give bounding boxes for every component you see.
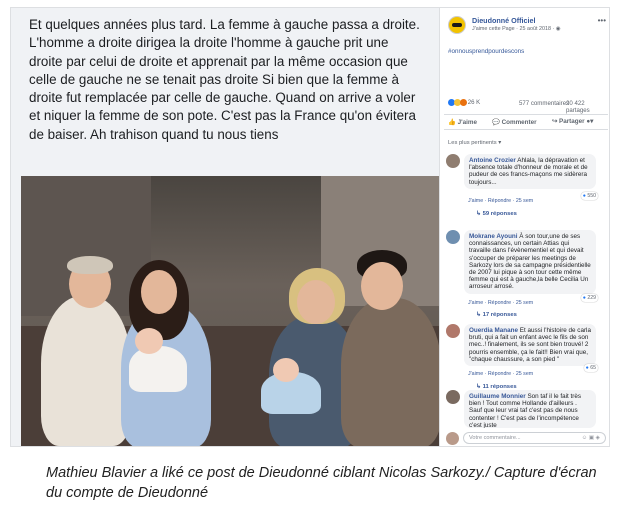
comment-bubble: Guillaume Monnier Son taf il le fait trè… — [464, 390, 596, 428]
comment-text: À son tour,une de ses connaissances, un … — [469, 233, 591, 291]
comment-button[interactable]: 💬 Commenter — [492, 118, 537, 126]
comment-author[interactable]: Antoine Crozier — [469, 157, 516, 164]
emoji-icons[interactable]: ☺ ▣ ◈ — [582, 435, 600, 441]
like-label: J'aime — [457, 119, 477, 126]
avatar-small-icon: ●▾ — [586, 118, 594, 125]
comment-bubble: Antoine Crozier Ahlala, la dépravation e… — [464, 154, 596, 189]
thumbs-up-icon: 👍 — [448, 119, 456, 126]
comment-actions[interactable]: J'aime · Répondre · 25 sem — [468, 300, 533, 306]
avatar[interactable] — [446, 154, 460, 168]
comment-item: Ouerdia Manane Et aussi l'histoire de ca… — [446, 324, 606, 394]
action-bar: 👍 J'aime 💬 Commenter ↪ Partager ●▾ — [444, 114, 608, 130]
comment-author[interactable]: Ouerdia Manane — [469, 327, 518, 334]
comment-reaction-badge[interactable]: ● 550 — [580, 192, 598, 200]
photo-head-3 — [297, 280, 335, 324]
like-reaction-icon: ● — [582, 193, 586, 199]
comment-reaction-badge[interactable]: ● 65 — [583, 364, 598, 372]
page-meta: J'aime cette Page · 25 août 2018 · ◉ — [472, 26, 560, 32]
comment-reaction-badge[interactable]: ● 229 — [580, 294, 598, 302]
avatar[interactable] — [446, 324, 460, 338]
comment-item: Antoine Crozier Ahlala, la dépravation e… — [446, 154, 606, 224]
comment-item: Guillaume Monnier Son taf il le fait trè… — [446, 390, 606, 430]
image-caption: Mathieu Blavier a liké ce post de Dieudo… — [46, 465, 597, 501]
photo-baby-head-1 — [135, 328, 163, 354]
view-replies-link[interactable]: ↳ 59 réponses — [476, 211, 517, 217]
photo-head-4 — [361, 262, 403, 310]
photo-baby-head-2 — [273, 358, 299, 382]
share-button[interactable]: ↪ Partager ●▾ — [552, 118, 593, 125]
comment-bubble: Mokrane Ayouni À son tour,une de ses con… — [464, 230, 596, 294]
comment-input-placeholder: Votre commentaire... — [469, 435, 521, 441]
comment-composer: Votre commentaire... ☺ ▣ ◈ — [446, 432, 606, 446]
share-icon: ↪ — [552, 118, 558, 125]
share-label: Partager — [559, 118, 585, 125]
view-replies-link[interactable]: ↳ 17 réponses — [476, 312, 517, 318]
photo-head-2 — [141, 270, 177, 314]
comment-reaction-count: 550 — [587, 193, 596, 199]
comment-sort-dropdown[interactable]: Les plus pertinents ▾ — [448, 140, 501, 146]
photo-person-1 — [41, 296, 131, 446]
comment-item: Mokrane Ayouni À son tour,une de ses con… — [446, 230, 606, 320]
like-button[interactable]: 👍 J'aime — [448, 118, 477, 126]
comment-author[interactable]: Guillaume Monnier — [469, 393, 526, 400]
comment-actions[interactable]: J'aime · Répondre · 25 sem — [468, 198, 533, 204]
comment-bubble: Ouerdia Manane Et aussi l'histoire de ca… — [464, 324, 596, 367]
reaction-count[interactable]: 26 K — [468, 99, 481, 106]
comment-icon: 💬 — [492, 119, 500, 126]
like-reaction-icon: ● — [582, 295, 586, 301]
photo-baby-1 — [129, 346, 187, 392]
hashtag-link[interactable]: #onnousprendpourdescons — [448, 48, 524, 55]
comment-count[interactable]: 577 commentaires — [519, 100, 569, 107]
comment-author[interactable]: Mokrane Ayouni — [469, 233, 518, 240]
comment-actions[interactable]: J'aime · Répondre · 25 sem — [468, 371, 533, 377]
page-name-link[interactable]: Dieudonné Officiel — [472, 16, 536, 25]
avatar[interactable] — [446, 230, 460, 244]
post-stats: 26 K 577 commentaires 20 422 partages — [448, 99, 608, 114]
post-text: Et quelques années plus tard. La femme à… — [29, 17, 420, 142]
page-avatar[interactable] — [448, 16, 466, 34]
angry-reaction-icon — [460, 99, 467, 106]
avatar — [446, 432, 459, 445]
post-side-panel: Dieudonné Officiel J'aime cette Page · 2… — [439, 8, 609, 446]
like-reaction-icon: ● — [585, 365, 589, 371]
avatar[interactable] — [446, 390, 460, 404]
globe-icon: ◉ — [555, 26, 561, 32]
share-count[interactable]: 20 422 partages — [566, 100, 608, 114]
page-meta-text: J'aime cette Page · 25 août 2018 · — [472, 26, 556, 32]
post-photo[interactable] — [21, 176, 441, 446]
comment-reaction-count: 65 — [590, 365, 596, 371]
photo-person-4 — [341, 298, 441, 446]
page-header: Dieudonné Officiel J'aime cette Page · 2… — [448, 16, 608, 46]
more-options-icon[interactable]: ••• — [598, 16, 606, 25]
facebook-post-screenshot: Et quelques années plus tard. La femme à… — [10, 7, 610, 447]
comment-reaction-count: 229 — [587, 295, 596, 301]
comment-label: Commenter — [501, 119, 537, 126]
comment-input[interactable]: Votre commentaire... ☺ ▣ ◈ — [463, 432, 606, 444]
photo-hair-1 — [67, 256, 113, 274]
